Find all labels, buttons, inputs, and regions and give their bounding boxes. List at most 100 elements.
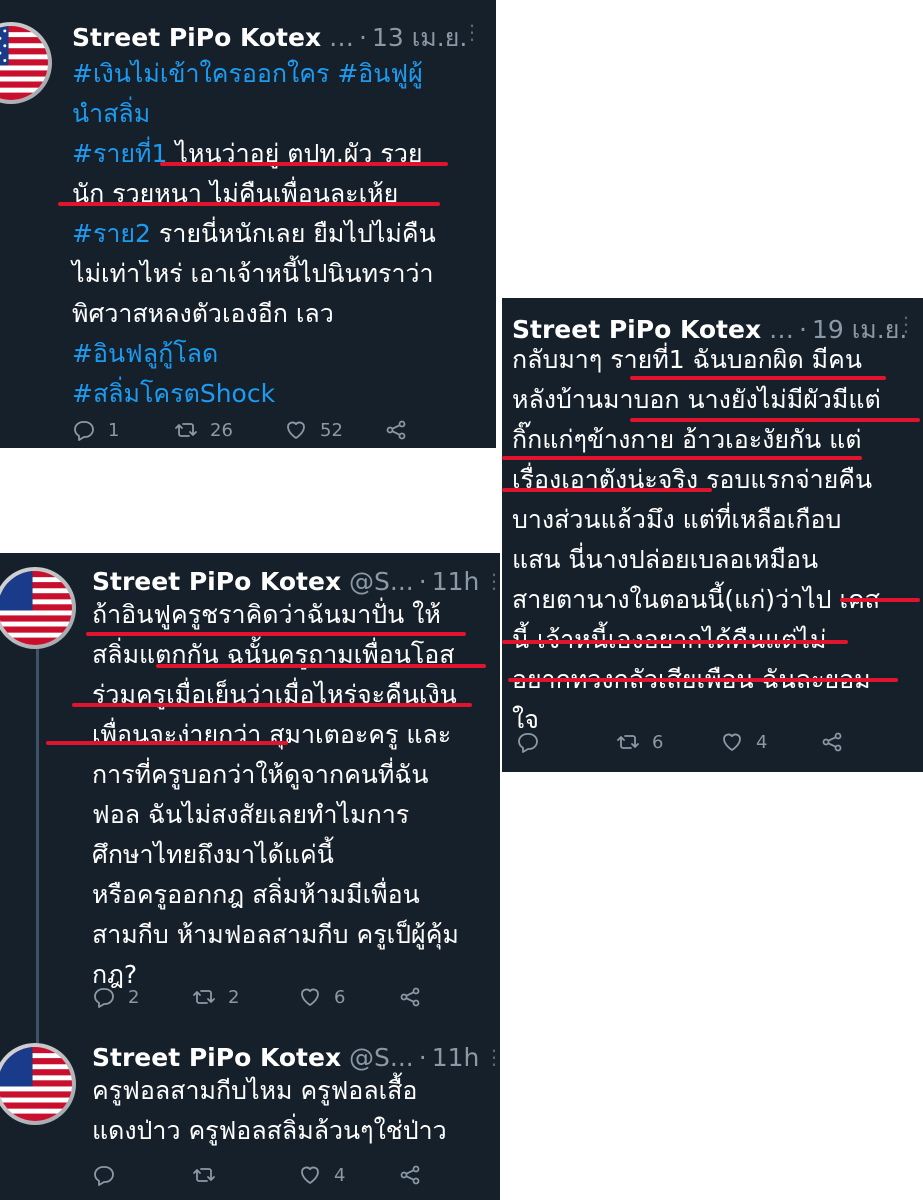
us-flag-icon	[0, 571, 72, 645]
share-icon	[400, 987, 420, 1007]
share-button[interactable]	[384, 418, 408, 442]
tweet-text-segment: ถ้าอินฟูครูชราคิดว่าฉันมาปั่น ให้	[92, 600, 441, 629]
heart-icon	[287, 421, 305, 439]
annotation-underline	[156, 664, 486, 668]
like-count: 4	[756, 731, 768, 753]
share-icon	[400, 1165, 420, 1185]
reply-icon	[74, 421, 94, 441]
author-handle: …	[329, 23, 355, 52]
tweet-text-segment: ศึกษาไทยถึงมาได้แค่นี้	[92, 840, 334, 869]
tweet-text-line: ร่วมครูเมื่อเย็นว่าเมื่อไหร่จะคืนเงิน	[92, 675, 496, 715]
author-name[interactable]: Street PiPo Kotex	[72, 23, 321, 52]
like-count: 4	[334, 1164, 346, 1186]
like-button[interactable]: 4	[720, 730, 767, 754]
author-handle: @S...	[349, 1043, 414, 1072]
heart-icon	[723, 733, 741, 751]
tweet-actions: 1 26 52	[72, 418, 472, 448]
like-button[interactable]: 52	[284, 418, 343, 442]
tweet-card-2: Street PiPo Kotex … · 19 เม.ย. ⋮ กลับมาๆ ร…	[502, 298, 923, 772]
heart-icon	[301, 1166, 319, 1184]
annotation-underline	[630, 418, 920, 422]
tweet-text-line: เพื่อนจะง่ายกว่า สุมาเตอะครู และ	[92, 715, 496, 755]
tweet-actions: 2 2 6	[92, 985, 492, 1017]
more-options-icon[interactable]: ⋮	[462, 22, 482, 42]
tweet-actions: 4	[92, 1163, 492, 1195]
tweet-text-line: #สลิ่มโครตShock	[72, 374, 492, 414]
tweet-text-line: หรือครูออกกฎ สลิ่มห้ามมีเพื่อน	[92, 875, 496, 915]
tweet-text-segment: พิศวาสหลงตัวเองอีก เลว	[72, 299, 334, 328]
flag-avatar[interactable]	[0, 1043, 76, 1125]
flag-avatar[interactable]	[0, 22, 52, 104]
annotation-underline	[630, 376, 886, 380]
hashtag-link[interactable]: #สลิ่มโครตShock	[72, 379, 275, 408]
reply-button[interactable]: 2	[92, 985, 139, 1009]
tweet-time[interactable]: 11h	[432, 1043, 480, 1072]
like-button[interactable]: 4	[298, 1163, 345, 1187]
tweet-text-segment: หรือครูออกกฎ สลิ่มห้ามมีเพื่อน	[92, 880, 420, 909]
annotation-underline	[840, 598, 920, 602]
retweet-button[interactable]: 26	[174, 418, 233, 442]
tweet-text-segment: แสน นี่นางปล่อยเบลอเหมือน	[512, 545, 819, 574]
tweet-text-line: นัก รวยหนา ไม่คืนเพื่อนละเห้ย	[72, 174, 492, 214]
tweet-text-line: หลังบ้านมาบอก นางยังไม่มีผัวมีแต่	[512, 380, 922, 420]
retweet-button[interactable]	[192, 1163, 228, 1187]
retweet-icon	[193, 1168, 215, 1182]
tweet-text-segment: ครูฟอลสามกีบไหม ครูฟอลเสื้อ	[92, 1076, 418, 1105]
tweet-text-line: นำสลิ่ม	[72, 94, 492, 134]
hashtag-link[interactable]: นำสลิ่ม	[72, 99, 150, 128]
us-flag-icon	[0, 26, 48, 100]
share-icon	[386, 420, 406, 440]
tweet-text-line: ไม่เท่าไหร่ เอาเจ้าหนี้ไปนินทราว่า	[72, 254, 492, 294]
hashtag-link[interactable]: #รายที่1	[72, 139, 167, 168]
reply-button[interactable]	[516, 730, 552, 754]
reply-count: 2	[128, 986, 140, 1008]
tweet-text-line: #ราย2 รายนี่หนักเลย ยืมไปไม่คืน	[72, 214, 492, 254]
tweet-time[interactable]: 11h	[432, 567, 480, 596]
reply-icon	[94, 988, 114, 1008]
tweet-header: Street PiPo Kotex @S... · 11h	[92, 567, 480, 596]
tweet-time[interactable]: 13 เม.ย.	[372, 23, 467, 52]
flag-avatar[interactable]	[0, 567, 76, 649]
tweet-text-line: ฟอล ฉันไม่สงสัยเลยทำไมการ	[92, 795, 496, 835]
hashtag-link[interactable]: #ราย2	[72, 219, 151, 248]
like-button[interactable]: 6	[298, 985, 345, 1009]
retweet-icon	[617, 735, 639, 749]
annotation-underline	[58, 202, 440, 206]
tweet-text-segment: รายนี่หนักเลย ยืมไปไม่คืน	[150, 219, 436, 248]
reply-button[interactable]	[92, 1163, 128, 1187]
share-button[interactable]	[820, 730, 844, 754]
author-name[interactable]: Street PiPo Kotex	[92, 1043, 341, 1072]
tweet-text-line: บางส่วนแล้วมึง แต่ที่เหลือเกือบ	[512, 500, 922, 540]
tweet-text-line: เรื่องเอาตังน่ะจริง รอบแรกจ่ายคืน	[512, 460, 922, 500]
tweet-text-line: แดงป่าว ครูฟอลสลิ่มล้วนๆใช่ป่าว	[92, 1111, 496, 1151]
tweet-text-line: ถ้าอินฟูครูชราคิดว่าฉันมาปั่น ให้	[92, 595, 496, 635]
thread-connector	[36, 649, 39, 1095]
hashtag-link[interactable]: #อินฟลูกู้โลด	[72, 339, 218, 368]
author-name[interactable]: Street PiPo Kotex	[92, 567, 341, 596]
author-handle: @S...	[349, 567, 414, 596]
retweet-button[interactable]: 2	[192, 985, 239, 1009]
annotation-underline	[502, 456, 862, 460]
tweet-text-line: #เงินไม่เข้าใครออกใคร #อินฟูผู้	[72, 54, 492, 94]
share-button[interactable]	[398, 1163, 422, 1187]
retweet-button[interactable]: 6	[616, 730, 663, 754]
more-options-icon[interactable]: ⋮	[896, 314, 916, 334]
reply-icon	[518, 733, 538, 753]
tweet-text-line: สลิ่มแตกกัน ฉนั้นครูถามเพื่อนโอส	[92, 635, 496, 675]
retweet-count: 2	[228, 986, 240, 1008]
tweet-text-segment: กิ๊กแก่ๆข้างกาย อ้าวเอะงัยกัน แต่	[512, 425, 862, 454]
tweet-text-segment: ไม่เท่าไหร่ เอาเจ้าหนี้ไปนินทราว่า	[72, 259, 434, 288]
reply-button[interactable]: 1	[72, 418, 119, 442]
share-button[interactable]	[398, 985, 422, 1009]
hashtag-link[interactable]: #เงินไม่เข้าใครออกใคร #อินฟูผู้	[72, 59, 423, 88]
annotation-underline	[508, 678, 898, 682]
more-options-icon[interactable]: ⋮	[484, 571, 500, 591]
share-icon	[822, 732, 842, 752]
reply-count: 1	[108, 419, 120, 441]
tweet-text-segment: สายตานางในตอนนี้(แก่)ว่าไป เคส	[512, 585, 881, 614]
annotation-underline	[72, 703, 472, 707]
tweet-text: #เงินไม่เข้าใครออกใคร #อินฟูผู้นำสลิ่ม #ร…	[72, 54, 492, 414]
annotation-underline	[502, 640, 848, 644]
tweet-actions: 6 4	[516, 730, 916, 762]
more-options-icon[interactable]: ⋮	[484, 1047, 500, 1067]
